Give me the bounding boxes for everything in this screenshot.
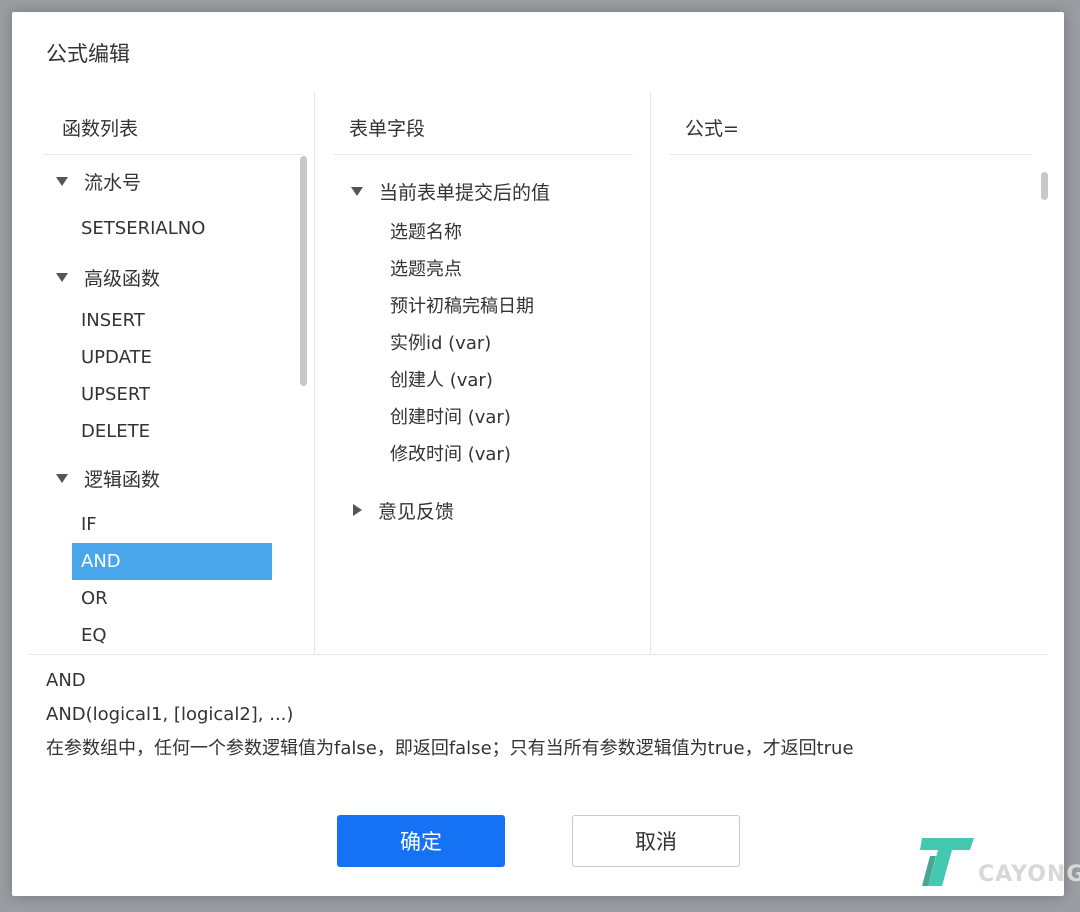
field-item[interactable]: 修改时间 (var) <box>333 436 633 473</box>
form-field-list[interactable]: 当前表单提交后的值 选题名称 选题亮点 预计初稿完稿日期 实例id (var) … <box>333 168 633 533</box>
function-list[interactable]: 流水号 SETSERIALNO 高级函数 INSERT UPDATE UPSER… <box>44 156 290 654</box>
field-group-label: 意见反馈 <box>378 500 455 523</box>
field-item[interactable]: 实例id (var) <box>333 325 633 362</box>
function-name: AND <box>46 670 86 691</box>
function-item-if[interactable]: IF <box>72 506 272 543</box>
function-explanation: 在参数组中，任何一个参数逻辑值为false，即返回false；只有当所有参数逻辑… <box>46 738 854 759</box>
function-item-delete[interactable]: DELETE <box>72 413 272 450</box>
function-group-label: 逻辑函数 <box>84 468 161 491</box>
field-group-label: 当前表单提交后的值 <box>379 181 551 204</box>
field-item[interactable]: 选题名称 <box>333 214 633 251</box>
field-item[interactable]: 选题亮点 <box>333 251 633 288</box>
function-signature: AND(logical1, [logical2], ...) <box>46 704 294 725</box>
watermark-text: CAYONG <box>978 862 1080 887</box>
function-group-label: 高级函数 <box>84 267 161 290</box>
caret-right-icon[interactable] <box>353 504 362 516</box>
cancel-button[interactable]: 取消 <box>572 815 740 867</box>
function-group-label: 流水号 <box>84 171 142 194</box>
field-item[interactable]: 创建人 (var) <box>333 362 633 399</box>
formula-panel: 公式= <box>650 92 1049 654</box>
form-field-panel: 表单字段 当前表单提交后的值 选题名称 选题亮点 预计初稿完稿日期 实例id (… <box>314 92 651 654</box>
caret-down-icon[interactable] <box>351 186 363 196</box>
caret-down-icon[interactable] <box>56 473 68 483</box>
function-list-scrollbar[interactable] <box>300 156 307 386</box>
function-description: AND AND(logical1, [logical2], ...) 在参数组中… <box>46 664 1036 766</box>
field-item[interactable]: 预计初稿完稿日期 <box>333 288 633 325</box>
formula-editor-area[interactable] <box>669 156 1031 646</box>
caret-down-icon[interactable] <box>56 176 68 186</box>
function-list-header: 函数列表 <box>62 118 139 140</box>
function-list-panel: 函数列表 流水号 SETSERIALNO 高级函数 INSERT UPDATE … <box>28 92 314 654</box>
field-item[interactable]: 创建时间 (var) <box>333 399 633 436</box>
formula-header: 公式= <box>685 118 739 140</box>
divider <box>333 154 633 155</box>
watermark-logo: CAYONG <box>918 832 1080 892</box>
field-group-current-values[interactable]: 当前表单提交后的值 <box>333 168 633 214</box>
function-item-or[interactable]: OR <box>72 580 272 617</box>
function-item-eq[interactable]: EQ <box>72 617 272 654</box>
panels-container: 函数列表 流水号 SETSERIALNO 高级函数 INSERT UPDATE … <box>28 92 1048 655</box>
function-group-serial[interactable]: 流水号 <box>44 156 290 206</box>
divider <box>44 154 304 155</box>
caret-down-icon[interactable] <box>56 272 68 282</box>
formula-editor-dialog: 公式编辑 函数列表 流水号 SETSERIALNO 高级函数 INSERT UP… <box>12 12 1080 896</box>
form-field-header: 表单字段 <box>349 118 426 140</box>
dialog-title: 公式编辑 <box>46 42 130 66</box>
function-item-and[interactable]: AND <box>72 543 272 580</box>
divider <box>669 154 1031 155</box>
field-group-feedback[interactable]: 意见反馈 <box>333 487 633 533</box>
formula-scrollbar[interactable] <box>1041 172 1048 200</box>
logo-mark-icon <box>920 838 974 886</box>
function-item-update[interactable]: UPDATE <box>72 339 272 376</box>
function-group-logic[interactable]: 逻辑函数 <box>44 450 290 506</box>
function-item-insert[interactable]: INSERT <box>72 302 272 339</box>
confirm-button[interactable]: 确定 <box>337 815 505 867</box>
function-group-advanced[interactable]: 高级函数 <box>44 252 290 302</box>
function-item-upsert[interactable]: UPSERT <box>72 376 272 413</box>
function-item-setserialno[interactable]: SETSERIALNO <box>72 206 272 252</box>
